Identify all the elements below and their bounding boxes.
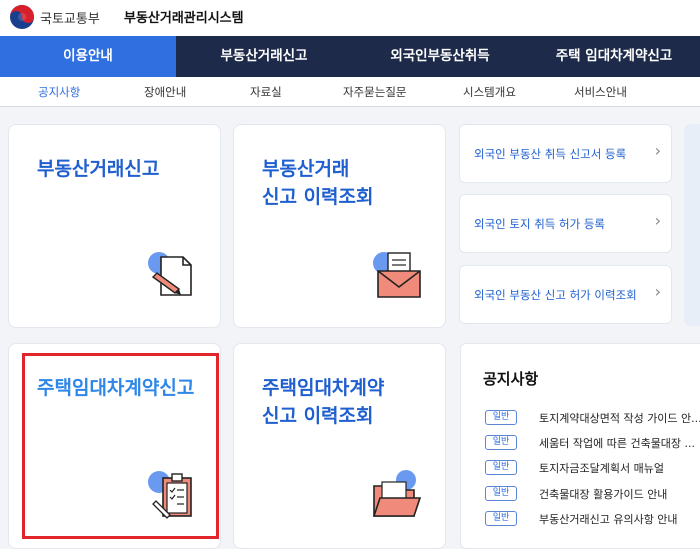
top-header: 국토교통부 부동산거래관리시스템 xyxy=(0,0,700,36)
selection-highlight xyxy=(22,353,219,539)
nav-item-real-estate-report[interactable]: 부동산거래신고 xyxy=(176,36,352,77)
link-foreigner-land-permit-register[interactable]: 외국인 토지 취득 허가 등록 › xyxy=(459,194,672,253)
nav-item-usage-guide[interactable]: 이용안내 xyxy=(0,36,176,77)
link-foreigner-permit-history[interactable]: 외국인 부동산 신고 허가 이력조회 › xyxy=(459,265,672,324)
main-nav: 이용안내 부동산거래신고 외국인부동산취득 주택 임대차계약신고 xyxy=(0,36,700,77)
subnav-item-service-guide[interactable]: 서비스안내 xyxy=(574,84,627,100)
subnav-item-notice[interactable]: 공지사항 xyxy=(38,84,80,100)
chevron-right-icon: › xyxy=(654,141,661,160)
notice-text: 토지자금조달계획서 매뉴얼 xyxy=(539,462,664,475)
card-real-estate-report[interactable]: 부동산거래신고 xyxy=(8,124,221,328)
chevron-right-icon: › xyxy=(654,211,661,230)
notice-badge: 일반 xyxy=(485,486,517,501)
side-banner[interactable] xyxy=(684,124,700,326)
notice-text: 토지계약대상면적 작성 가이드 안... xyxy=(539,412,700,425)
government-logo-icon[interactable] xyxy=(9,4,35,30)
link-label: 외국인 토지 취득 허가 등록 xyxy=(474,217,606,231)
card-title: 주택임대차계약 신고 이력조회 xyxy=(262,377,385,427)
link-foreigner-acquisition-register[interactable]: 외국인 부동산 취득 신고서 등록 › xyxy=(459,124,672,183)
link-label: 외국인 부동산 취득 신고서 등록 xyxy=(474,147,627,161)
notice-title[interactable]: 공지사항 xyxy=(483,368,538,389)
card-lease-report-history[interactable]: 주택임대차계약 신고 이력조회 xyxy=(233,343,446,549)
subnav-item-outage[interactable]: 장애안내 xyxy=(144,84,186,100)
notice-text: 세움터 작업에 따른 건축물대장 ... xyxy=(539,437,696,450)
notice-text: 부동산거래신고 유의사항 안내 xyxy=(539,513,678,526)
sub-nav: 공지사항 장애안내 자료실 자주묻는질문 시스템개요 서비스안내 xyxy=(0,77,700,107)
nav-item-foreigner-acquisition[interactable]: 외국인부동산취득 xyxy=(352,36,528,77)
notice-badge: 일반 xyxy=(485,460,517,475)
subnav-item-archive[interactable]: 자료실 xyxy=(250,84,282,100)
notice-badge: 일반 xyxy=(485,511,517,526)
nav-item-lease-report[interactable]: 주택 임대차계약신고 xyxy=(528,36,700,77)
subnav-item-faq[interactable]: 자주묻는질문 xyxy=(343,84,406,100)
envelope-icon xyxy=(373,252,421,298)
link-label: 외국인 부동산 신고 허가 이력조회 xyxy=(474,288,637,302)
notice-badge: 일반 xyxy=(485,435,517,450)
notice-badge: 일반 xyxy=(485,410,517,425)
notice-text: 건축물대장 활용가이드 안내 xyxy=(539,488,668,501)
chevron-right-icon: › xyxy=(654,282,661,301)
card-real-estate-report-history[interactable]: 부동산거래 신고 이력조회 xyxy=(233,124,446,328)
folder-icon xyxy=(372,470,422,517)
notice-panel: 공지사항 일반 토지계약대상면적 작성 가이드 안... 일반 세움터 작업에 … xyxy=(460,343,700,549)
subnav-item-system-overview[interactable]: 시스템개요 xyxy=(463,84,516,100)
ministry-name: 국토교통부 xyxy=(40,12,100,27)
card-title: 부동산거래 신고 이력조회 xyxy=(262,158,374,208)
system-name[interactable]: 부동산거래관리시스템 xyxy=(124,7,244,26)
card-title: 부동산거래신고 xyxy=(37,158,160,180)
pen-paper-icon xyxy=(148,252,192,296)
